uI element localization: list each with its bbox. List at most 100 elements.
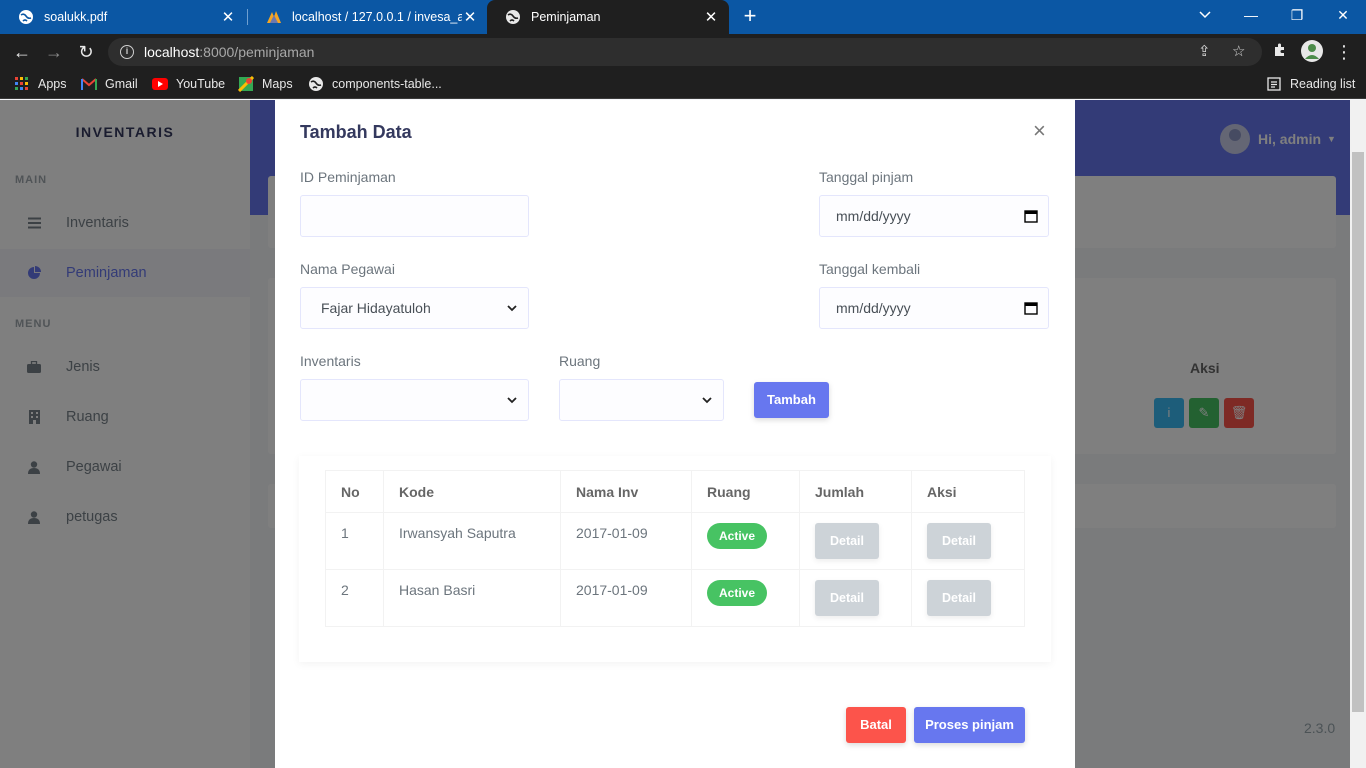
close-icon[interactable]: ✕: [220, 8, 236, 26]
col-header-no: No: [325, 470, 384, 513]
bookmark-components-table[interactable]: components-table...: [308, 70, 442, 98]
scrollbar-thumb[interactable]: [1352, 152, 1364, 712]
nama-pegawai-label: Nama Pegawai: [300, 261, 395, 277]
browser-tabbar: soalukk.pdf ✕ localhost / 127.0.0.1 / in…: [0, 0, 1366, 34]
nama-pegawai-select[interactable]: Fajar Hidayatuloh: [300, 287, 529, 329]
more-menu-icon[interactable]: ⋮: [1332, 40, 1356, 64]
tanggal-pinjam-label: Tanggal pinjam: [819, 169, 914, 185]
reload-button[interactable]: ↻: [74, 40, 98, 64]
items-table: No Kode Nama Inv Ruang Jumlah Aksi 1 Irw…: [325, 470, 1025, 627]
status-badge: Active: [707, 580, 768, 606]
close-icon[interactable]: ✕: [462, 8, 478, 26]
calendar-icon[interactable]: [1024, 301, 1038, 315]
modal-title: Tambah Data: [300, 122, 412, 142]
new-tab-button[interactable]: +: [738, 5, 762, 29]
col-header-jumlah: Jumlah: [799, 470, 912, 513]
apps-grid-icon: [14, 76, 30, 92]
profile-avatar[interactable]: [1300, 40, 1324, 64]
chevron-down-icon: [1199, 11, 1211, 19]
cell-aksi: Detail: [911, 512, 1025, 570]
calendar-icon[interactable]: [1024, 209, 1038, 223]
cell-jumlah: Detail: [799, 569, 912, 627]
bookmark-label: YouTube: [176, 77, 226, 91]
tab-search-button[interactable]: [1182, 0, 1228, 34]
cell-aksi: Detail: [911, 569, 1025, 627]
cell-nama-inv: 2017-01-09: [560, 569, 692, 627]
batal-button[interactable]: Batal: [846, 707, 906, 743]
table-row: 2 Hasan Basri 2017-01-09 Active Detail D…: [325, 569, 1025, 627]
col-header-kode: Kode: [383, 470, 561, 513]
tab-title: soalukk.pdf: [44, 10, 108, 24]
tanggal-pinjam-value: mm/dd/yyyy: [836, 208, 911, 224]
url-path: :8000/peminjaman: [199, 44, 315, 60]
chevron-down-icon: [701, 394, 713, 406]
youtube-icon: [152, 76, 168, 92]
reading-list-button[interactable]: Reading list: [1266, 70, 1355, 98]
reading-list-icon: [1266, 76, 1282, 92]
detail-button[interactable]: Detail: [815, 580, 879, 616]
phpmyadmin-icon: [266, 9, 282, 25]
bookmark-maps[interactable]: Maps: [238, 70, 293, 98]
reading-list-label: Reading list: [1290, 77, 1356, 91]
cell-jumlah: Detail: [799, 512, 912, 570]
minimize-button[interactable]: —: [1228, 0, 1274, 34]
status-badge: Active: [707, 523, 768, 549]
window-close-button[interactable]: ✕: [1320, 0, 1366, 34]
cell-nama-inv: 2017-01-09: [560, 512, 692, 570]
bookmark-label: Apps: [38, 77, 67, 91]
detail-button[interactable]: Detail: [927, 523, 991, 559]
globe-icon: [308, 76, 324, 92]
chevron-down-icon: [506, 394, 518, 406]
cell-kode: Hasan Basri: [383, 569, 561, 627]
bookmark-youtube[interactable]: YouTube: [152, 70, 225, 98]
url-host: localhost: [144, 44, 200, 60]
site-info-icon[interactable]: i: [120, 45, 134, 59]
table-header-row: No Kode Nama Inv Ruang Jumlah Aksi: [325, 470, 1025, 513]
tanggal-kembali-label: Tanggal kembali: [819, 261, 921, 277]
share-icon[interactable]: ⇪: [1198, 38, 1211, 66]
inventaris-label: Inventaris: [300, 353, 361, 369]
ruang-select[interactable]: [559, 379, 724, 421]
col-header-ruang: Ruang: [691, 470, 800, 513]
address-bar[interactable]: i localhost:8000/peminjaman ⇪ ☆: [108, 38, 1262, 66]
restore-button[interactable]: ❐: [1274, 0, 1320, 34]
proses-pinjam-button[interactable]: Proses pinjam: [914, 707, 1025, 743]
bookmark-label: components-table...: [332, 77, 442, 91]
inventaris-select[interactable]: [300, 379, 529, 421]
bookmark-label: Maps: [262, 77, 293, 91]
nama-pegawai-value: Fajar Hidayatuloh: [321, 300, 431, 316]
cell-kode: Irwansyah Saputra: [383, 512, 561, 570]
back-button[interactable]: ←: [10, 40, 34, 64]
globe-icon: [18, 9, 34, 25]
close-icon[interactable]: ✕: [703, 8, 719, 26]
ruang-label: Ruang: [559, 353, 601, 369]
tanggal-kembali-input[interactable]: mm/dd/yyyy: [819, 287, 1049, 329]
forward-button[interactable]: →: [42, 40, 66, 64]
close-icon[interactable]: ×: [1033, 120, 1046, 142]
bookmark-gmail[interactable]: Gmail: [81, 70, 138, 98]
id-peminjaman-input[interactable]: [300, 195, 529, 237]
browser-tab-phpmyadmin[interactable]: localhost / 127.0.0.1 / invesa_anti ✕: [248, 0, 488, 34]
gmail-icon: [81, 76, 97, 92]
cell-ruang: Active: [691, 569, 800, 627]
tab-title: localhost / 127.0.0.1 / invesa_anti: [292, 10, 462, 24]
tambah-button[interactable]: Tambah: [754, 382, 829, 418]
cell-ruang: Active: [691, 512, 800, 570]
extensions-puzzle-icon[interactable]: [1268, 40, 1292, 64]
detail-button[interactable]: Detail: [927, 580, 991, 616]
cell-no: 1: [325, 512, 384, 570]
detail-button[interactable]: Detail: [815, 523, 879, 559]
tanggal-kembali-value: mm/dd/yyyy: [836, 300, 911, 316]
maps-icon: [238, 76, 254, 92]
browser-tab-peminjaman[interactable]: Peminjaman ✕: [487, 0, 729, 34]
bookmarks-bar: Apps Gmail YouTube Maps components-table…: [0, 70, 1366, 99]
tanggal-pinjam-input[interactable]: mm/dd/yyyy: [819, 195, 1049, 237]
cell-no: 2: [325, 569, 384, 627]
bookmark-star-icon[interactable]: ☆: [1232, 38, 1245, 66]
browser-tab-soalukk[interactable]: soalukk.pdf ✕: [0, 0, 246, 34]
tambah-data-modal: Tambah Data × ID Peminjaman Tanggal pinj…: [275, 100, 1075, 768]
tab-title: Peminjaman: [531, 10, 601, 24]
col-header-nama-inv: Nama Inv: [560, 470, 692, 513]
col-header-aksi: Aksi: [911, 470, 1025, 513]
bookmark-apps[interactable]: Apps: [14, 70, 67, 98]
